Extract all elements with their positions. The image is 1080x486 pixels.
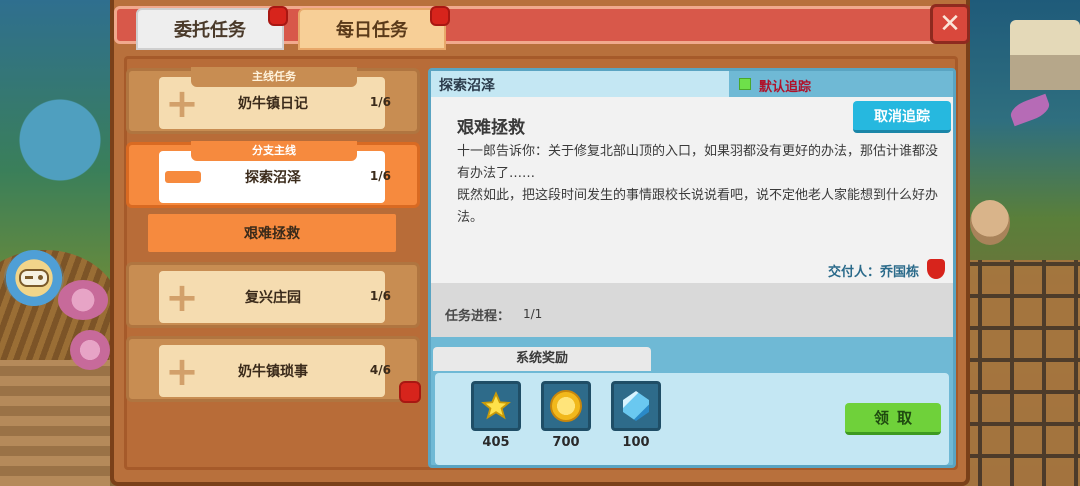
- notification-badge: [430, 6, 450, 26]
- quest-count: 1/6: [369, 169, 391, 183]
- coin-icon: [550, 390, 582, 422]
- quest-category-tag: 主线任务: [191, 67, 357, 87]
- reward-area: 405 700 100 领取: [435, 373, 949, 465]
- reward-icon-frame: [471, 381, 521, 431]
- tab-daily-quests[interactable]: 每日任务: [298, 6, 450, 50]
- claim-label: 领取: [873, 409, 920, 427]
- tab-label: 委托任务: [174, 20, 246, 41]
- notification-badge: [268, 6, 288, 26]
- quest-item-cow-town-chores[interactable]: + 奶牛镇琐事 4/6: [126, 336, 421, 403]
- bear-npc: [970, 200, 1010, 245]
- star-icon: [481, 391, 511, 420]
- sub-quest-difficult-rescue[interactable]: 艰难拯救: [148, 214, 396, 252]
- claim-button[interactable]: 领取: [845, 403, 941, 435]
- reward-item[interactable]: 100: [611, 381, 661, 450]
- gem-icon: [623, 391, 649, 421]
- checkbox-icon: [739, 78, 751, 90]
- quest-count: 1/6: [369, 289, 391, 303]
- quest-item-cow-town-diary[interactable]: 主线任务 + 奶牛镇日记 1/6: [126, 67, 420, 134]
- left-scenery: [0, 0, 120, 486]
- progress-value: 1/1: [523, 307, 543, 321]
- sub-quest-heading: 艰难拯救: [457, 118, 525, 138]
- reward-quantity: 100: [622, 435, 650, 450]
- reward-icon-frame: [611, 381, 661, 431]
- quest-description: 十一郎告诉你：关于修复北部山顶的入口，如果羽都没有更好的办法，那估计谁都没有办法…: [457, 144, 939, 225]
- reward-tab-label: 系统奖励: [515, 351, 568, 366]
- gamepad-icon: [19, 269, 49, 287]
- cancel-tracking-button[interactable]: 取消追踪: [853, 101, 951, 133]
- tab-label: 每日任务: [336, 20, 408, 41]
- track-label: 默认追踪: [759, 80, 812, 95]
- cancel-tracking-label: 取消追踪: [874, 108, 930, 125]
- tab-system-rewards[interactable]: 系统奖励: [433, 347, 651, 371]
- reward-quantity: 700: [552, 435, 580, 450]
- notification-badge: [399, 381, 421, 403]
- reward-icon-frame: [541, 381, 591, 431]
- quest-count: 1/6: [369, 95, 391, 109]
- quest-item-revive-manor[interactable]: + 复兴庄园 1/6: [126, 262, 420, 328]
- reward-item[interactable]: 405: [471, 381, 521, 450]
- quest-detail-panel: 探索沼泽 默认追踪 艰难拯救 十一郎告诉你：关于修复北部山顶的入口，如果羽都没有…: [428, 68, 956, 468]
- quest-category-tag: 分支主线: [191, 141, 357, 161]
- quest-item-explore-swamp[interactable]: 分支主线 探索沼泽 1/6: [126, 141, 420, 208]
- quest-giver: 交付人：乔国栋: [827, 265, 919, 280]
- quest-progress: 任务进程： 1/1: [431, 283, 953, 337]
- reward-quantity: 405: [482, 435, 510, 450]
- location-pin-icon[interactable]: [927, 259, 945, 279]
- gamepad-button[interactable]: [4, 250, 64, 306]
- tab-commission-quests[interactable]: 委托任务: [136, 6, 288, 50]
- building: [1010, 20, 1080, 90]
- quest-name: 探索沼泽: [439, 78, 495, 94]
- default-track-toggle[interactable]: 默认追踪: [729, 71, 953, 97]
- progress-label: 任务进程：: [445, 309, 511, 324]
- bird: [1007, 93, 1053, 127]
- reward-item[interactable]: 700: [541, 381, 591, 450]
- flower-bush: [58, 280, 108, 320]
- hut-wall: [0, 360, 110, 486]
- close-icon: ✕: [939, 9, 961, 39]
- flower-bush: [70, 330, 110, 370]
- sub-quest-title: 艰难拯救: [244, 226, 300, 242]
- quest-count: 4/6: [369, 363, 391, 377]
- close-button[interactable]: ✕: [930, 4, 970, 44]
